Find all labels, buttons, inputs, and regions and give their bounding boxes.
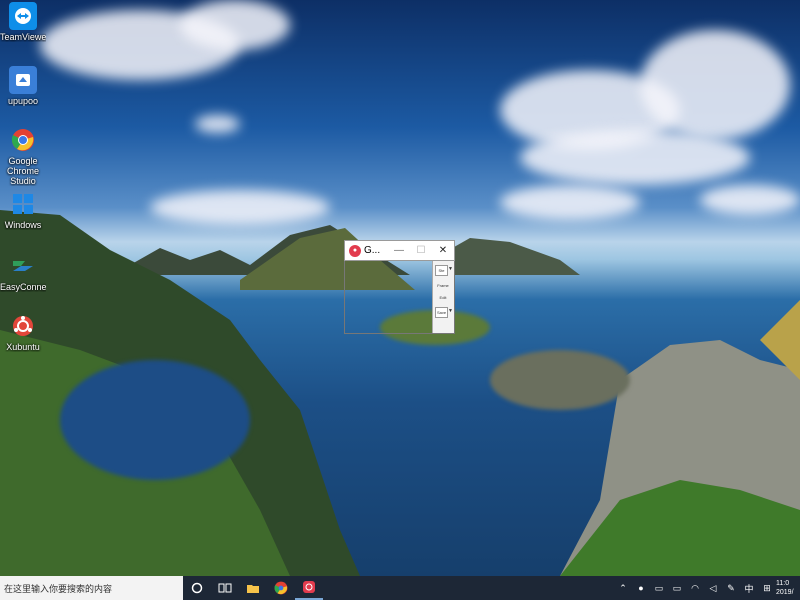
clock[interactable]: 11:0 2019/ <box>776 579 800 597</box>
minimize-button[interactable]: — <box>388 245 410 256</box>
cloud <box>520 130 750 185</box>
side-button-ste[interactable]: Ste <box>435 265 448 276</box>
window-body: Ste ▼ Frame Edit Save ▼ <box>344 261 455 334</box>
app-window[interactable]: ● G... — ☐ ✕ Ste ▼ Frame Edit Save ▼ <box>344 240 455 334</box>
desktop-icon-xubuntu[interactable]: Xubuntu <box>0 312 46 352</box>
desktop-icon-label: upupoo <box>7 96 39 106</box>
cloud <box>640 30 790 140</box>
cloud <box>195 115 240 133</box>
ime-indicator[interactable]: 中 <box>740 582 758 595</box>
cloud <box>700 185 800 215</box>
windows-icon <box>9 190 37 218</box>
desktop-icon-teamviewer[interactable]: TeamViewer 14 <box>0 2 46 42</box>
volume-icon[interactable]: ◁ <box>704 583 722 594</box>
clock-time: 11:0 <box>776 580 790 587</box>
teamviewer-icon <box>9 2 37 30</box>
cloud <box>180 0 290 50</box>
lake <box>60 360 250 480</box>
task-view-button[interactable] <box>211 576 239 600</box>
desktop-icon-label: Xubuntu <box>6 342 40 352</box>
window-titlebar[interactable]: ● G... — ☐ ✕ <box>344 240 455 261</box>
xubuntu-icon <box>9 312 37 340</box>
taskbar-chrome[interactable] <box>267 576 295 600</box>
cortana-icon <box>191 582 203 594</box>
pen-icon[interactable]: ✎ <box>722 583 740 594</box>
desktop-icon-upupoo[interactable]: upupoo <box>0 66 46 106</box>
cortana-button[interactable] <box>183 576 211 600</box>
chevron-up-icon[interactable]: ⌃ <box>614 583 632 594</box>
dropdown-arrow-icon[interactable]: ▼ <box>448 308 453 314</box>
display-icon[interactable]: ▭ <box>650 583 668 594</box>
network-status-icon[interactable]: ● <box>632 583 650 593</box>
side-button-save[interactable]: Save <box>435 307 448 318</box>
side-label-frame[interactable]: Frame <box>434 283 452 288</box>
system-tray: ⌃ ● ▭ ▭ ◠ ◁ ✎ 中 ⊞ 11:0 2019/ <box>614 576 800 600</box>
task-view-icon <box>218 583 232 593</box>
battery-icon[interactable]: ▭ <box>668 583 686 594</box>
taskbar-app-active[interactable] <box>295 576 323 600</box>
taskbar: 在这里输入你要搜索的内容 ⌃ ● ▭ ▭ ◠ ◁ ✎ 中 ⊞ 11:0 2019… <box>0 576 800 600</box>
desktop-icon-label: TeamViewer 14 <box>0 32 46 42</box>
folder-icon <box>247 585 259 593</box>
app-red-icon <box>303 581 315 593</box>
window-sidebar: Ste ▼ Frame Edit Save ▼ <box>432 261 454 333</box>
easyconnect-icon <box>9 252 37 280</box>
app-red-icon: ● <box>349 244 361 257</box>
desktop-icon-easyconnect[interactable]: EasyConnect <box>0 252 46 292</box>
desktop-icon-label: Google Chrome Studio <box>6 156 39 186</box>
wifi-icon[interactable]: ◠ <box>686 583 704 594</box>
keyboard-icon[interactable]: ⊞ <box>758 583 776 594</box>
chrome-icon <box>9 126 37 154</box>
clock-date: 2019/ <box>776 589 794 596</box>
village <box>490 350 630 410</box>
desktop-icon-label: Windows <box>4 220 42 230</box>
maximize-button[interactable]: ☐ <box>410 245 432 256</box>
chrome-icon <box>274 581 288 595</box>
close-button[interactable]: ✕ <box>432 245 454 256</box>
taskbar-search-box[interactable]: 在这里输入你要搜索的内容 <box>0 576 183 600</box>
cloud <box>500 185 640 220</box>
desktop-icon-windows[interactable]: Windows <box>0 190 46 230</box>
dropdown-arrow-icon[interactable]: ▼ <box>448 266 453 272</box>
upupoo-icon <box>9 66 37 94</box>
window-title: G... <box>364 245 381 256</box>
taskbar-file-explorer[interactable] <box>239 576 267 600</box>
desktop-icon-label: EasyConnect <box>0 282 46 292</box>
desktop-icon-chrome[interactable]: Google Chrome Studio <box>0 126 46 186</box>
side-label-edit[interactable]: Edit <box>434 295 452 300</box>
cliff-right <box>560 300 800 576</box>
